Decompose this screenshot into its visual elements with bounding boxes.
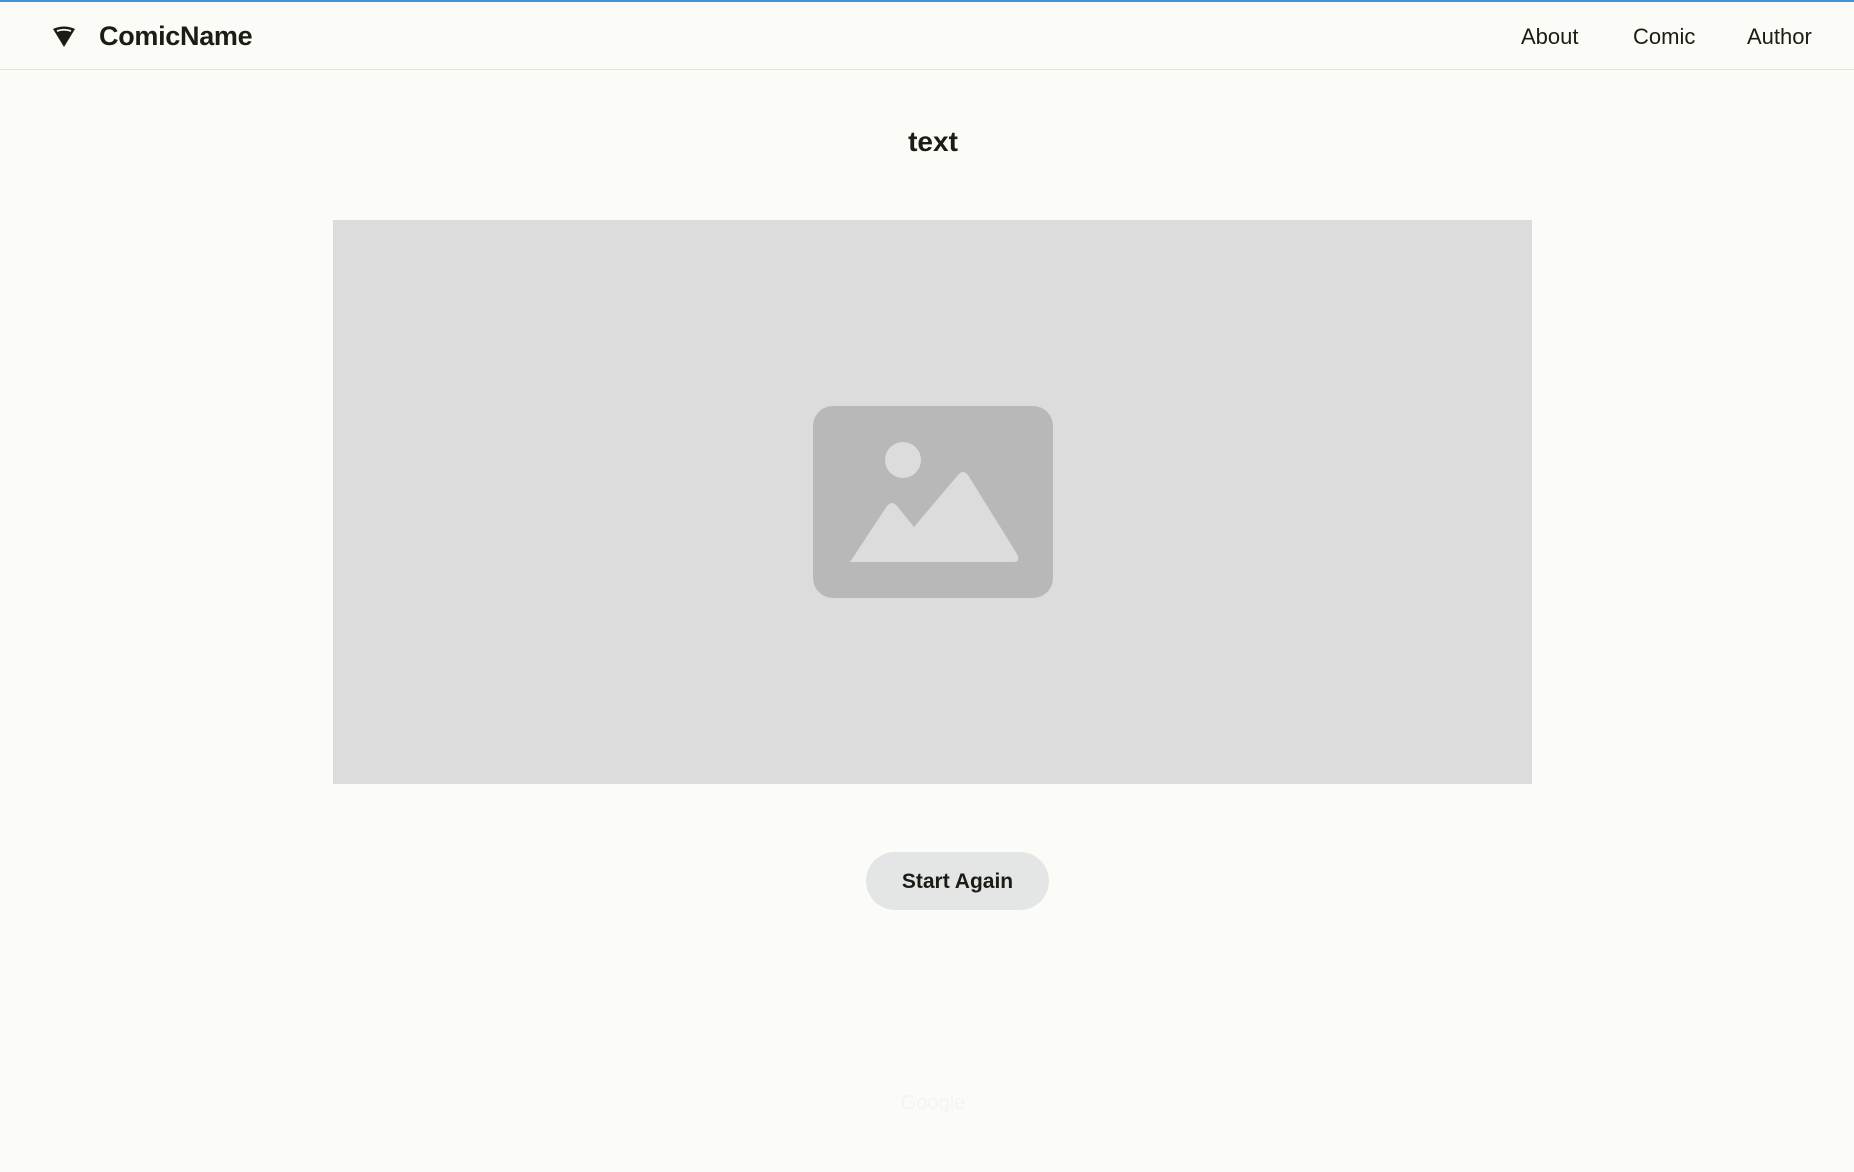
cone-icon[interactable] bbox=[51, 25, 77, 49]
nav-about-link[interactable]: About bbox=[1521, 22, 1579, 52]
brand-name[interactable]: ComicName bbox=[99, 19, 253, 53]
comic-image bbox=[333, 220, 1532, 784]
footer-text: Google bbox=[900, 1092, 966, 1114]
page-title: text bbox=[908, 126, 958, 157]
site-header: ComicName About Comic Author bbox=[0, 2, 1854, 70]
start-again-button[interactable]: Start Again bbox=[866, 852, 1049, 910]
image-placeholder-icon bbox=[813, 406, 1053, 598]
nav-author-link[interactable]: Author bbox=[1747, 22, 1812, 52]
nav-comic-link[interactable]: Comic bbox=[1633, 22, 1695, 52]
